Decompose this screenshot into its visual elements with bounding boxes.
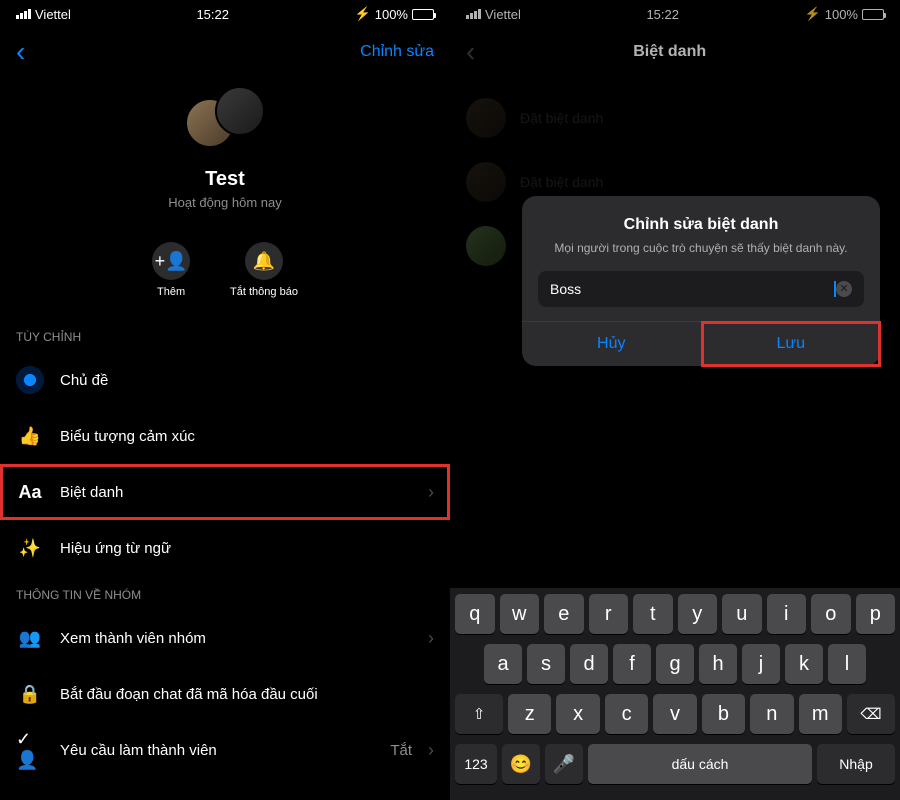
cancel-button[interactable]: Hủy bbox=[522, 322, 702, 366]
key-j[interactable]: j bbox=[742, 644, 780, 684]
key-space[interactable]: dấu cách bbox=[588, 744, 812, 784]
key-emoji[interactable]: 😊 bbox=[502, 744, 540, 784]
charging-icon: ⚡ bbox=[355, 6, 371, 22]
encrypt-item[interactable]: 🔒 Bắt đầu đoạn chat đã mã hóa đầu cuối bbox=[0, 666, 450, 722]
nickname-input-wrap[interactable]: ✕ bbox=[538, 271, 864, 307]
key-backspace[interactable]: ⌫ bbox=[847, 694, 895, 734]
key-e[interactable]: e bbox=[544, 594, 584, 634]
chevron-right-icon: › bbox=[428, 628, 434, 649]
key-row-3: ⇧ z x c v b n m ⌫ bbox=[453, 694, 897, 734]
avatar bbox=[215, 86, 265, 136]
key-m[interactable]: m bbox=[799, 694, 842, 734]
theme-item[interactable]: Chủ đề bbox=[0, 352, 450, 408]
key-h[interactable]: h bbox=[699, 644, 737, 684]
nickname-input[interactable] bbox=[550, 281, 836, 297]
key-r[interactable]: r bbox=[589, 594, 629, 634]
emoji-item[interactable]: 👍 Biểu tượng cảm xúc bbox=[0, 408, 450, 464]
approve-icon: ✓👤 bbox=[16, 736, 44, 764]
word-effects-item[interactable]: ✨ Hiệu ứng từ ngữ bbox=[0, 520, 450, 576]
key-l[interactable]: l bbox=[828, 644, 866, 684]
mute-action[interactable]: 🔔 Tắt thông báo bbox=[230, 242, 298, 298]
key-row-1: q w e r t y u i o p bbox=[453, 594, 897, 634]
battery-icon bbox=[412, 9, 434, 20]
settings-screen: Viettel 15:22 ⚡ 100% ‹ Chỉnh sửa Test Ho… bbox=[0, 0, 450, 800]
members-item[interactable]: 👥 Xem thành viên nhóm › bbox=[0, 610, 450, 666]
key-a[interactable]: a bbox=[484, 644, 522, 684]
key-x[interactable]: x bbox=[556, 694, 599, 734]
key-enter[interactable]: Nhập bbox=[817, 744, 895, 784]
key-k[interactable]: k bbox=[785, 644, 823, 684]
key-t[interactable]: t bbox=[633, 594, 673, 634]
key-s[interactable]: s bbox=[527, 644, 565, 684]
group-name: Test bbox=[0, 168, 450, 191]
signal-icon bbox=[16, 9, 31, 19]
key-mic[interactable]: 🎤 bbox=[545, 744, 583, 784]
key-d[interactable]: d bbox=[570, 644, 608, 684]
key-g[interactable]: g bbox=[656, 644, 694, 684]
activity-status: Hoạt động hôm nay bbox=[0, 195, 450, 210]
key-w[interactable]: w bbox=[500, 594, 540, 634]
key-numbers[interactable]: 123 bbox=[455, 744, 497, 784]
nickname-item[interactable]: Aa Biệt danh › bbox=[0, 464, 450, 520]
key-row-4: 123 😊 🎤 dấu cách Nhập bbox=[453, 744, 897, 784]
section-customize-header: Tùy chỉnh bbox=[0, 318, 450, 352]
group-avatar[interactable] bbox=[185, 86, 265, 151]
section-group-info-header: Thông tin về nhóm bbox=[0, 576, 450, 610]
keyboard: q w e r t y u i o p a s d f g h j k l ⇧ … bbox=[450, 588, 900, 800]
theme-icon bbox=[16, 366, 44, 394]
thumbs-up-icon: 👍 bbox=[16, 422, 44, 450]
back-button[interactable]: ‹ bbox=[16, 36, 25, 68]
key-i[interactable]: i bbox=[767, 594, 807, 634]
add-person-icon: +👤 bbox=[155, 251, 188, 272]
key-v[interactable]: v bbox=[653, 694, 696, 734]
edit-button[interactable]: Chỉnh sửa bbox=[360, 43, 434, 61]
add-member-action[interactable]: +👤 Thêm bbox=[152, 242, 190, 298]
profile-header: Test Hoạt động hôm nay bbox=[0, 76, 450, 230]
lock-icon: 🔒 bbox=[16, 680, 44, 708]
sparkle-icon: ✨ bbox=[16, 534, 44, 562]
key-n[interactable]: n bbox=[750, 694, 793, 734]
key-f[interactable]: f bbox=[613, 644, 651, 684]
battery-pct: 100% bbox=[375, 7, 408, 22]
nickname-edit-screen: Viettel 15:22 ⚡ 100% ‹ Biệt danh Đặt biệ… bbox=[450, 0, 900, 800]
chevron-right-icon: › bbox=[428, 482, 434, 503]
key-b[interactable]: b bbox=[702, 694, 745, 734]
key-p[interactable]: p bbox=[856, 594, 896, 634]
dialog-title: Chỉnh sửa biệt danh bbox=[538, 216, 864, 234]
key-shift[interactable]: ⇧ bbox=[455, 694, 503, 734]
approval-item[interactable]: ✓👤 Yêu cầu làm thành viên Tắt › bbox=[0, 722, 450, 778]
key-c[interactable]: c bbox=[605, 694, 648, 734]
edit-nickname-dialog: Chỉnh sửa biệt danh Mọi người trong cuộc… bbox=[522, 196, 880, 366]
save-button[interactable]: Lưu bbox=[702, 322, 881, 366]
key-u[interactable]: u bbox=[722, 594, 762, 634]
people-icon: 👥 bbox=[16, 624, 44, 652]
text-aa-icon: Aa bbox=[16, 478, 44, 506]
key-z[interactable]: z bbox=[508, 694, 551, 734]
key-row-2: a s d f g h j k l bbox=[453, 644, 897, 684]
clear-icon[interactable]: ✕ bbox=[836, 281, 852, 297]
status-time: 15:22 bbox=[196, 7, 229, 22]
dialog-subtitle: Mọi người trong cuộc trò chuyện sẽ thấy … bbox=[538, 240, 864, 257]
key-y[interactable]: y bbox=[678, 594, 718, 634]
chevron-right-icon: › bbox=[428, 740, 434, 761]
status-bar: Viettel 15:22 ⚡ 100% bbox=[0, 0, 450, 28]
bell-icon: 🔔 bbox=[253, 251, 275, 272]
nav-bar: ‹ Chỉnh sửa bbox=[0, 28, 450, 76]
key-o[interactable]: o bbox=[811, 594, 851, 634]
carrier-label: Viettel bbox=[35, 7, 71, 22]
key-q[interactable]: q bbox=[455, 594, 495, 634]
